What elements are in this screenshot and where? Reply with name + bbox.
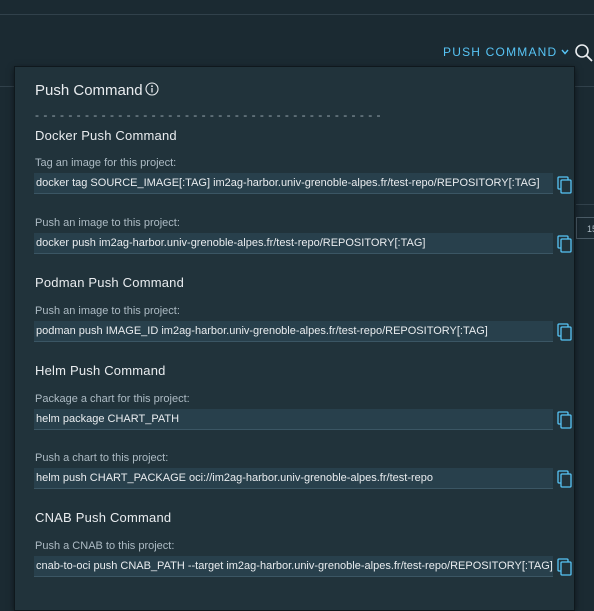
docker-push-label: Push an image to this project: xyxy=(35,217,180,229)
helm-push-command[interactable]: helm push CHART_PACKAGE oci://im2ag-harb… xyxy=(34,468,553,489)
search-icon[interactable] xyxy=(574,43,594,63)
helm-push-label: Push a chart to this project: xyxy=(35,452,169,464)
page-size-input[interactable]: 15 xyxy=(576,217,594,239)
docker-tag-label: Tag an image for this project: xyxy=(35,157,177,169)
dropdown-title-text: Push Command xyxy=(35,81,143,99)
cnab-section-title: CNAB Push Command xyxy=(35,510,172,525)
helm-package-label: Package a chart for this project: xyxy=(35,393,190,405)
copy-icon[interactable] xyxy=(557,470,573,488)
helm-section-title: Helm Push Command xyxy=(35,363,166,378)
divider xyxy=(576,204,594,205)
helm-package-command[interactable]: helm package CHART_PATH xyxy=(34,409,553,430)
cnab-push-label: Push a CNAB to this project: xyxy=(35,540,175,552)
podman-section-title: Podman Push Command xyxy=(35,275,185,290)
copy-icon[interactable] xyxy=(557,558,573,576)
copy-icon[interactable] xyxy=(557,235,573,253)
copy-icon[interactable] xyxy=(557,176,573,194)
copy-icon[interactable] xyxy=(557,323,573,341)
podman-push-command[interactable]: podman push IMAGE_ID im2ag-harbor.univ-g… xyxy=(34,321,553,342)
push-command-dropdown: Push Command - - - - - - - - - - - - - -… xyxy=(14,66,575,611)
chevron-down-icon xyxy=(561,47,569,57)
separator: - - - - - - - - - - - - - - - - - - - - … xyxy=(35,108,382,122)
dropdown-title: Push Command xyxy=(35,80,159,100)
top-bar xyxy=(0,0,594,15)
push-command-button[interactable]: PUSH COMMAND xyxy=(443,45,569,59)
podman-push-label: Push an image to this project: xyxy=(35,305,180,317)
docker-tag-command[interactable]: docker tag SOURCE_IMAGE[:TAG] im2ag-harb… xyxy=(34,173,553,194)
docker-section-title: Docker Push Command xyxy=(35,128,177,143)
cnab-push-command[interactable]: cnab-to-oci push CNAB_PATH --target im2a… xyxy=(34,556,553,577)
push-command-label: PUSH COMMAND xyxy=(443,45,558,59)
docker-push-command[interactable]: docker push im2ag-harbor.univ-grenoble-a… xyxy=(34,233,553,254)
copy-icon[interactable] xyxy=(557,411,573,429)
info-icon[interactable] xyxy=(143,80,159,100)
